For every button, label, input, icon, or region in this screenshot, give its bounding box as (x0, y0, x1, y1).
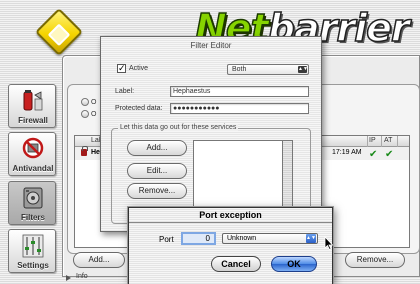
disclosure-triangle-icon[interactable] (66, 275, 71, 281)
updown-arrows-icon: ▲▼ (306, 234, 316, 243)
column-header-at[interactable]: AT (384, 137, 392, 144)
sidebar-item-filters[interactable]: Filters (8, 181, 56, 225)
title-divider (129, 222, 332, 223)
direction-select[interactable]: Both ▲▼ (227, 64, 309, 75)
updown-arrows-icon: ▲▼ (298, 66, 308, 73)
active-checkbox[interactable]: ✓ (117, 64, 126, 73)
protected-data-field[interactable]: ●●●●●●●●●●● (170, 103, 309, 114)
antivandal-icon (22, 137, 44, 159)
direction-value: Both (232, 66, 247, 73)
netbarrier-window: Netbarrier Firewall Antivandal Filters S… (0, 0, 420, 284)
radio-label: O (91, 98, 97, 106)
dialog-title: Port exception (199, 210, 262, 220)
checkmark-icon: ✔ (385, 149, 394, 160)
dialog-title: Filter Editor (190, 41, 232, 50)
label-caption: Label: (115, 88, 135, 95)
sidebar-item-settings[interactable]: Settings (8, 229, 56, 273)
sidebar-item-label: Filters (20, 213, 45, 222)
sidebar-item-antivandal[interactable]: Antivandal (8, 132, 56, 176)
remove-service-button[interactable]: Remove... (127, 183, 187, 199)
service-value: Unknown (227, 235, 257, 242)
port-input[interactable]: 0 (181, 232, 216, 245)
label-field[interactable]: Hephaestus (170, 86, 309, 97)
app-logo-icon (34, 7, 84, 57)
radio-label: O (91, 110, 97, 118)
sidebar-item-firewall[interactable]: Firewall (8, 84, 56, 128)
lock-icon (81, 146, 88, 156)
filter-editor-dialog: Filter Editor ✓ Active Both ▲▼ Label: He… (100, 36, 322, 232)
remove-filter-button[interactable]: Remove... (345, 252, 405, 268)
cancel-button[interactable]: Cancel (211, 256, 261, 272)
sidebar-item-label: Firewall (18, 116, 48, 125)
add-filter-button[interactable]: Add... (73, 252, 125, 268)
checkmark-icon: ✔ (369, 149, 378, 160)
row-label: He (91, 149, 100, 156)
firewall-icon (23, 90, 43, 111)
filters-icon (23, 187, 43, 209)
row-time: 17:19 AM (332, 149, 362, 156)
sidebar-item-label: Antivandal (12, 164, 54, 173)
active-label: Active (129, 65, 149, 72)
port-label: Port (159, 235, 174, 244)
protected-data-caption: Protected data: (115, 105, 163, 112)
mouse-cursor-icon (324, 236, 334, 250)
add-service-button[interactable]: Add... (127, 140, 187, 156)
ok-button[interactable]: OK (271, 256, 317, 272)
port-exception-dialog: Port exception Port 0 Unknown ▲▼ Cancel … (128, 207, 333, 284)
service-select[interactable]: Unknown ▲▼ (222, 233, 318, 244)
radio-icon (81, 110, 89, 118)
sidebar-item-label: Settings (17, 261, 49, 270)
column-header-label[interactable]: Lal (91, 137, 100, 144)
radio-icon (81, 98, 89, 106)
settings-icon (22, 234, 44, 258)
column-header-ip[interactable]: IP (369, 137, 376, 144)
services-group-title: Let this data go out for these services (118, 124, 239, 131)
info-label[interactable]: Info (76, 273, 88, 280)
edit-service-button[interactable]: Edit... (127, 163, 187, 179)
